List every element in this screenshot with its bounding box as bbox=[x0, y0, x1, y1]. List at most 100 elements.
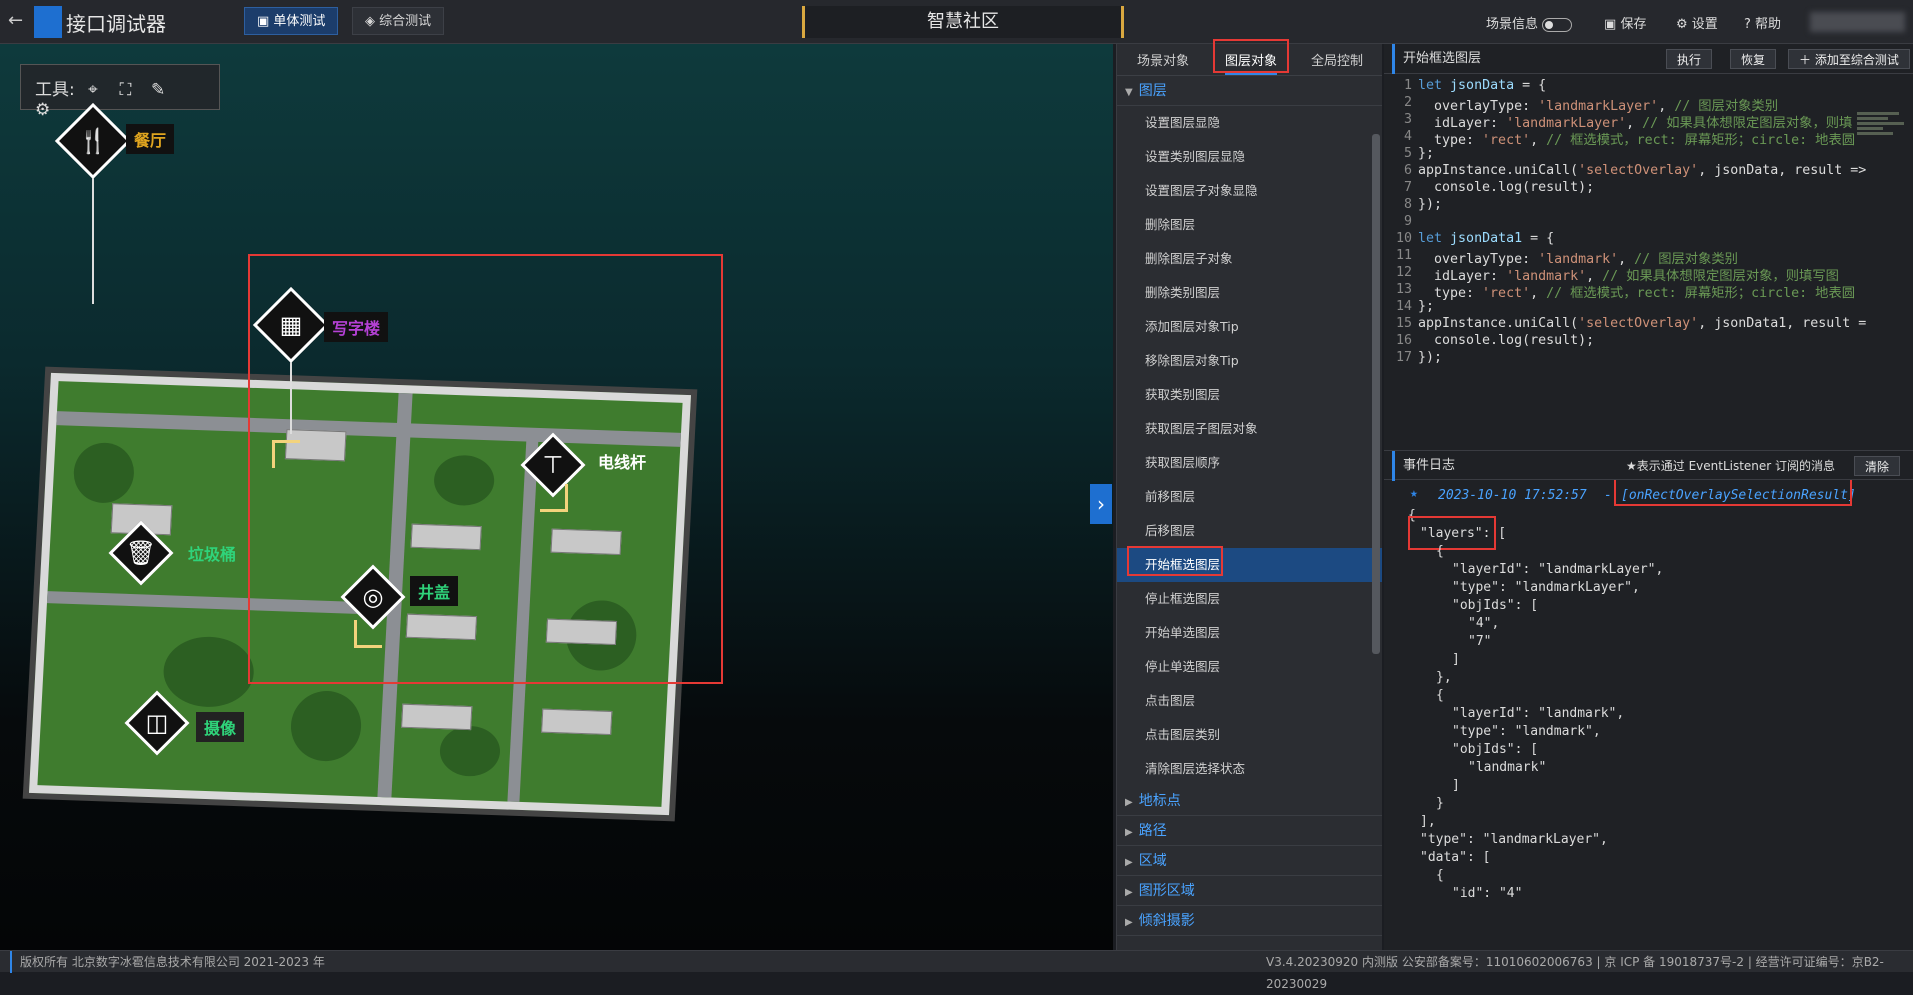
tab-unit-label: 单体测试 bbox=[273, 14, 326, 29]
caret-right-icon: ▶ bbox=[1125, 857, 1133, 868]
top-bar: ← 接口调试器 ▣ 单体测试 ◈ 综合测试 智慧社区 场景信息 ▣ 保存 ⚙ 设… bbox=[0, 0, 1913, 44]
gear-icon: ⚙ bbox=[1676, 17, 1688, 32]
api-item[interactable]: 开始单选图层 bbox=[1117, 616, 1382, 650]
api-item[interactable]: 设置图层子对象显隐 bbox=[1117, 174, 1382, 208]
chevron-right-icon[interactable]: › bbox=[1090, 484, 1112, 524]
highlight-outline bbox=[1213, 39, 1289, 73]
api-item[interactable]: 点击图层类别 bbox=[1117, 718, 1382, 752]
api-item[interactable]: 获取类别图层 bbox=[1117, 378, 1382, 412]
add-to-integrated-button[interactable]: ＋ 添加至综合测试 bbox=[1788, 49, 1910, 69]
highlight-outline bbox=[1614, 480, 1852, 506]
app-logo bbox=[34, 6, 62, 38]
marker-pole-label[interactable]: 电线杆 bbox=[590, 446, 654, 476]
api-group[interactable]: ▶ 图形区域 bbox=[1117, 876, 1382, 906]
api-group[interactable]: ▶ 倾斜摄影 bbox=[1117, 906, 1382, 936]
clear-button[interactable]: 清除 bbox=[1854, 456, 1901, 476]
marker-restaurant-label[interactable]: 餐厅 bbox=[126, 124, 175, 154]
tab-scene-objects[interactable]: 场景对象 bbox=[1137, 50, 1189, 69]
help-icon: ? bbox=[1744, 17, 1751, 32]
user-avatar[interactable] bbox=[1810, 12, 1905, 32]
api-item[interactable]: 删除图层子对象 bbox=[1117, 242, 1382, 276]
api-item[interactable]: 移除图层对象Tip bbox=[1117, 344, 1382, 378]
event-log[interactable]: ★ 2023-10-10 17:52:57 - [onRectOverlaySe… bbox=[1384, 480, 1913, 950]
marker-camera-label[interactable]: 摄像 bbox=[196, 712, 245, 742]
scene-info-label: 场景信息 bbox=[1486, 17, 1539, 32]
api-item[interactable]: 获取图层顺序 bbox=[1117, 446, 1382, 480]
code-panel-header: 开始框选图层 执行 恢复 ＋ 添加至综合测试 bbox=[1384, 44, 1913, 74]
api-item[interactable]: 删除图层 bbox=[1117, 208, 1382, 242]
tool-label: 工具: bbox=[35, 80, 75, 100]
pen-icon[interactable]: ✎ bbox=[151, 80, 171, 100]
help-button[interactable]: ? 帮助 bbox=[1744, 13, 1781, 32]
caret-right-icon: ▶ bbox=[1125, 887, 1133, 898]
group-layer-label: 图层 bbox=[1138, 83, 1167, 99]
gears-icon[interactable]: ⚙ bbox=[35, 100, 55, 120]
settings-label: 设置 bbox=[1691, 17, 1718, 32]
code-panel: 开始框选图层 执行 恢复 ＋ 添加至综合测试 1 let jsonData = {… bbox=[1384, 44, 1913, 950]
footer: 版权所有 北京数字冰雹信息技术有限公司 2021-2023 年 V3.4.202… bbox=[0, 950, 1913, 991]
api-group[interactable]: ▶ 路径 bbox=[1117, 816, 1382, 846]
caret-right-icon: ▶ bbox=[1125, 827, 1133, 838]
scene-viewport[interactable]: 工具: ⌖ ⛶ ✎ ⚙ 🍴 餐厅 ▦ 写字楼 ⊤ 电线杆 🗑 垃圾桶 ◎ 井盖 … bbox=[0, 44, 1113, 950]
api-group-label: 路径 bbox=[1138, 823, 1167, 839]
api-item[interactable]: 删除类别图层 bbox=[1117, 276, 1382, 310]
tab-unit-test[interactable]: ▣ 单体测试 bbox=[244, 7, 339, 35]
event-log-hint: ★表示通过 EventListener 订阅的消息 bbox=[1626, 459, 1836, 473]
save-icon: ▣ bbox=[1604, 17, 1617, 32]
api-item[interactable]: 添加图层对象Tip bbox=[1117, 310, 1382, 344]
api-group[interactable]: ▶ 区域 bbox=[1117, 846, 1382, 876]
api-item[interactable]: 设置类别图层显隐 bbox=[1117, 140, 1382, 174]
api-item[interactable]: 前移图层 bbox=[1117, 480, 1382, 514]
highlight-outline bbox=[1408, 516, 1496, 550]
selection-bracket bbox=[354, 620, 382, 648]
caret-down-icon: ▼ bbox=[1125, 87, 1133, 98]
frame-icon[interactable]: ⛶ bbox=[120, 80, 140, 100]
api-item[interactable]: 停止单选图层 bbox=[1117, 650, 1382, 684]
save-label: 保存 bbox=[1620, 17, 1647, 32]
fork-knife-icon: 🍴 bbox=[78, 127, 108, 155]
settings-button[interactable]: ⚙ 设置 bbox=[1676, 13, 1718, 32]
api-item[interactable]: 清除图层选择状态 bbox=[1117, 752, 1382, 786]
api-item[interactable]: 点击图层 bbox=[1117, 684, 1382, 718]
arrow-left-icon[interactable]: ← bbox=[8, 10, 23, 31]
footer-copyright: 版权所有 北京数字冰雹信息技术有限公司 2021-2023 年 bbox=[10, 951, 325, 973]
reset-button[interactable]: 恢复 bbox=[1730, 49, 1777, 69]
event-timestamp: 2023-10-10 17:52:57 bbox=[1438, 488, 1587, 503]
api-group-label: 地标点 bbox=[1138, 793, 1181, 809]
event-log-header: 事件日志 ★表示通过 EventListener 订阅的消息 清除 bbox=[1384, 450, 1913, 481]
tool-panel: 工具: ⌖ ⛶ ✎ ⚙ bbox=[20, 64, 220, 120]
selection-bracket bbox=[272, 440, 300, 468]
selection-bracket bbox=[540, 484, 568, 512]
api-item[interactable]: 停止框选图层 bbox=[1117, 582, 1382, 616]
tab-integrated-test[interactable]: ◈ 综合测试 bbox=[352, 7, 445, 35]
marker-office-label[interactable]: 写字楼 bbox=[324, 312, 389, 342]
api-group-label: 区域 bbox=[1138, 853, 1167, 869]
group-layer[interactable]: ▼ 图层 bbox=[1117, 76, 1382, 106]
star-icon: ★ bbox=[1410, 486, 1418, 501]
scene-info-toggle[interactable]: 场景信息 bbox=[1486, 13, 1573, 32]
code-minimap bbox=[1857, 110, 1909, 150]
event-log-title: 事件日志 bbox=[1392, 451, 1455, 481]
api-item-list: 设置图层显隐 设置类别图层显隐 设置图层子对象显隐 删除图层 删除图层子对象 删除类别图层… bbox=[1117, 106, 1382, 786]
marker-stem bbox=[92, 164, 94, 304]
api-item[interactable]: 设置图层显隐 bbox=[1117, 106, 1382, 140]
run-button[interactable]: 执行 bbox=[1666, 49, 1713, 69]
marker-manhole-label[interactable]: 井盖 bbox=[410, 576, 459, 606]
building-icon: ▦ bbox=[279, 311, 303, 339]
scrollbar[interactable] bbox=[1372, 134, 1380, 654]
caret-right-icon: ▶ bbox=[1125, 797, 1133, 808]
marker-trash-label[interactable]: 垃圾桶 bbox=[180, 538, 244, 568]
tab-global-control[interactable]: 全局控制 bbox=[1311, 50, 1363, 69]
save-button[interactable]: ▣ 保存 bbox=[1604, 13, 1646, 32]
locate-icon[interactable]: ⌖ bbox=[88, 80, 108, 100]
toggle-switch[interactable] bbox=[1542, 17, 1573, 32]
caret-right-icon: ▶ bbox=[1125, 917, 1133, 928]
api-group-label: 图形区域 bbox=[1138, 883, 1195, 899]
api-item[interactable]: 获取图层子图层对象 bbox=[1117, 412, 1382, 446]
highlight-outline bbox=[1127, 546, 1223, 576]
add-label: 添加至综合测试 bbox=[1814, 53, 1899, 67]
help-label: 帮助 bbox=[1755, 17, 1782, 32]
api-item[interactable]: 后移图层 bbox=[1117, 514, 1382, 548]
code-editor[interactable]: 1 let jsonData = { 2 overlayType: 'landma… bbox=[1384, 74, 1913, 444]
api-group[interactable]: ▶ 地标点 bbox=[1117, 786, 1382, 816]
